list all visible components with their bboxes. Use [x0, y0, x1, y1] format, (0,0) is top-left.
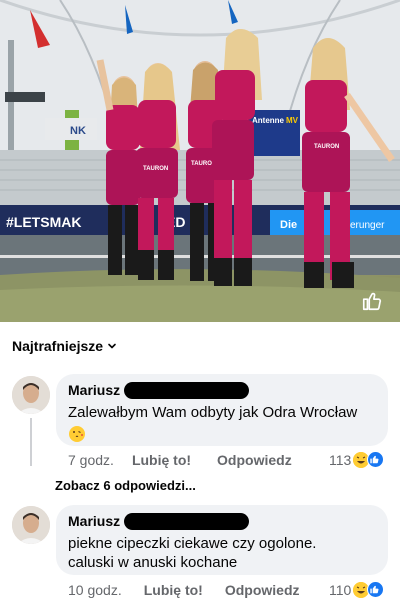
svg-text:NK: NK — [70, 125, 86, 137]
redaction-bar — [124, 512, 250, 530]
reaction-count: 113 — [329, 451, 352, 468]
comment-text-line: caluski w anuski kochane — [68, 554, 238, 571]
avatar[interactable] — [12, 506, 50, 544]
svg-text:Antenne: Antenne — [252, 116, 285, 125]
like-comment-button[interactable]: Lubię to! — [144, 582, 203, 598]
svg-text:#LETSMAK: #LETSMAK — [6, 214, 81, 230]
view-replies-link[interactable]: Zobacz 6 odpowiedzi... — [55, 478, 196, 493]
thumbs-up-outline-icon — [362, 292, 382, 311]
reaction-summary[interactable]: 113 — [329, 451, 385, 468]
reply-button[interactable]: Odpowiedz — [217, 452, 292, 468]
comment-text: Zalewałbym Wam odbyty jak Odra Wrocław — [68, 404, 358, 421]
post-photo[interactable]: Antenne MV NK #LETSMAK ED Die erunger TA… — [0, 0, 400, 322]
reaction-summary[interactable]: 110 — [329, 581, 385, 598]
comment-author[interactable]: Mariusz — [68, 512, 376, 530]
avatar-photo — [12, 506, 50, 544]
comment-text-line: piekne cipeczki ciekawe czy ogolone. — [68, 535, 317, 552]
comment-actions: 10 godz. Lubię to! Odpowiedz — [68, 582, 300, 598]
kissing-face-emoji-icon — [69, 426, 85, 442]
svg-text:TAURON: TAURON — [314, 144, 339, 150]
avatar-photo — [12, 376, 50, 414]
avatar[interactable] — [12, 376, 50, 414]
like-comment-button[interactable]: Lubię to! — [132, 452, 191, 468]
redaction-bar — [124, 381, 250, 399]
sort-label: Najtrafniejsze — [12, 338, 104, 354]
svg-text:TAURON: TAURON — [143, 166, 168, 172]
comment-time[interactable]: 7 godz. — [68, 452, 114, 468]
comment-author[interactable]: Mariusz — [68, 381, 376, 399]
comment-actions: 7 godz. Lubię to! Odpowiedz — [68, 452, 292, 468]
photo-like-button[interactable] — [361, 290, 387, 316]
svg-text:Die: Die — [280, 219, 297, 231]
comment-bubble: Mariusz Zalewałbym Wam odbyty jak Odra W… — [56, 374, 388, 446]
reaction-count: 110 — [329, 581, 352, 598]
chevron-down-icon — [108, 343, 116, 349]
like-reaction-icon — [367, 581, 385, 598]
photo-scene: Antenne MV NK #LETSMAK ED Die erunger TA… — [0, 0, 400, 322]
stage-lights — [5, 92, 45, 102]
thread-line — [30, 418, 32, 466]
comment-sort-dropdown[interactable]: Najtrafniejsze — [12, 338, 117, 354]
like-reaction-icon — [367, 451, 385, 468]
comment-time[interactable]: 10 godz. — [68, 582, 122, 598]
reply-button[interactable]: Odpowiedz — [225, 582, 300, 598]
svg-text:MV: MV — [286, 116, 299, 125]
svg-text:erunger: erunger — [350, 220, 385, 231]
comment-bubble: Mariusz piekne cipeczki ciekawe czy ogol… — [56, 505, 388, 575]
